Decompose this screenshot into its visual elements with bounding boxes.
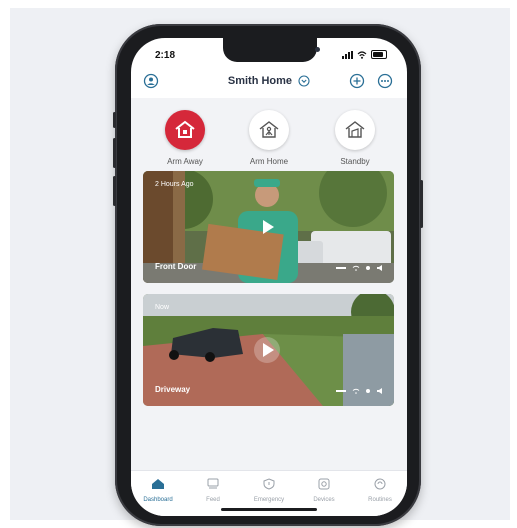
wifi-icon — [357, 50, 367, 59]
phone-power-button — [420, 180, 423, 228]
routine-icon — [374, 478, 386, 490]
phone-volume-down — [113, 176, 116, 206]
notch — [223, 38, 320, 62]
shield-icon — [263, 478, 275, 490]
dashboard-content: Arm Away Arm Home Standby 2 Hours Ago Fr… — [131, 98, 407, 470]
mode-label: Arm Home — [249, 157, 289, 166]
front-camera — [315, 47, 320, 52]
mode-arm-away[interactable]: Arm Away — [150, 110, 220, 166]
camera-time: Now — [155, 304, 170, 311]
camera-card-front-door[interactable]: 2 Hours Ago Front Door — [143, 171, 394, 283]
house-open-icon — [345, 121, 365, 138]
tab-devices[interactable]: Devices — [297, 477, 351, 503]
speaker-icon[interactable] — [376, 388, 384, 394]
tab-emergency[interactable]: Emergency — [242, 477, 296, 503]
house-shield-icon — [175, 120, 195, 138]
arm-home-button[interactable] — [249, 110, 289, 150]
phone-volume-up — [113, 138, 116, 168]
home-indicator — [221, 508, 317, 511]
mode-label: Standby — [340, 157, 370, 166]
feed-icon — [207, 478, 219, 489]
mode-arm-home[interactable]: Arm Home — [234, 110, 304, 166]
camera-time: 2 Hours Ago — [155, 181, 194, 188]
ellipsis-circle-icon[interactable] — [377, 73, 393, 89]
tab-label: Feed — [206, 497, 220, 503]
status-time: 2:18 — [155, 50, 176, 61]
camera-name: Front Door — [155, 262, 197, 271]
dot-icon — [366, 266, 370, 270]
camera-card-driveway[interactable]: Now Driveway — [143, 294, 394, 406]
mode-standby[interactable]: Standby — [320, 110, 390, 166]
app-screen: 2:18 Smith Home Arm Away Arm Home Standb… — [131, 38, 407, 516]
phone-side-button — [113, 112, 116, 128]
tab-label: Dashboard — [143, 497, 173, 503]
arm-away-button[interactable] — [165, 110, 205, 150]
plus-circle-icon[interactable] — [349, 73, 365, 89]
standby-button[interactable] — [335, 110, 375, 150]
mode-label: Arm Away — [167, 157, 203, 166]
dot-icon — [366, 389, 370, 393]
tab-feed[interactable]: Feed — [186, 477, 240, 503]
tab-routines[interactable]: Routines — [353, 477, 407, 503]
home-icon — [152, 479, 164, 489]
camera-icon — [318, 478, 330, 490]
house-person-icon — [259, 121, 279, 138]
home-title: Smith Home — [227, 75, 293, 88]
signal-icon — [342, 50, 353, 59]
wifi-icon — [352, 388, 360, 394]
tab-label: Routines — [368, 497, 392, 503]
camera-name: Driveway — [155, 385, 191, 394]
app-header: Smith Home — [131, 68, 407, 96]
battery-icon — [371, 50, 387, 59]
battery-icon — [336, 267, 346, 269]
tab-dashboard[interactable]: Dashboard — [131, 477, 185, 503]
home-selector[interactable]: Smith Home — [131, 75, 407, 87]
chevron-down-icon — [298, 75, 310, 87]
speaker-icon[interactable] — [376, 265, 384, 271]
play-icon[interactable] — [253, 213, 281, 241]
tab-label: Devices — [313, 497, 335, 503]
battery-icon — [336, 390, 346, 392]
status-icons — [342, 50, 387, 59]
tab-label: Emergency — [253, 497, 285, 503]
wifi-icon — [352, 265, 360, 271]
camera-controls — [336, 265, 384, 271]
camera-controls — [336, 388, 384, 394]
play-icon[interactable] — [253, 336, 281, 364]
